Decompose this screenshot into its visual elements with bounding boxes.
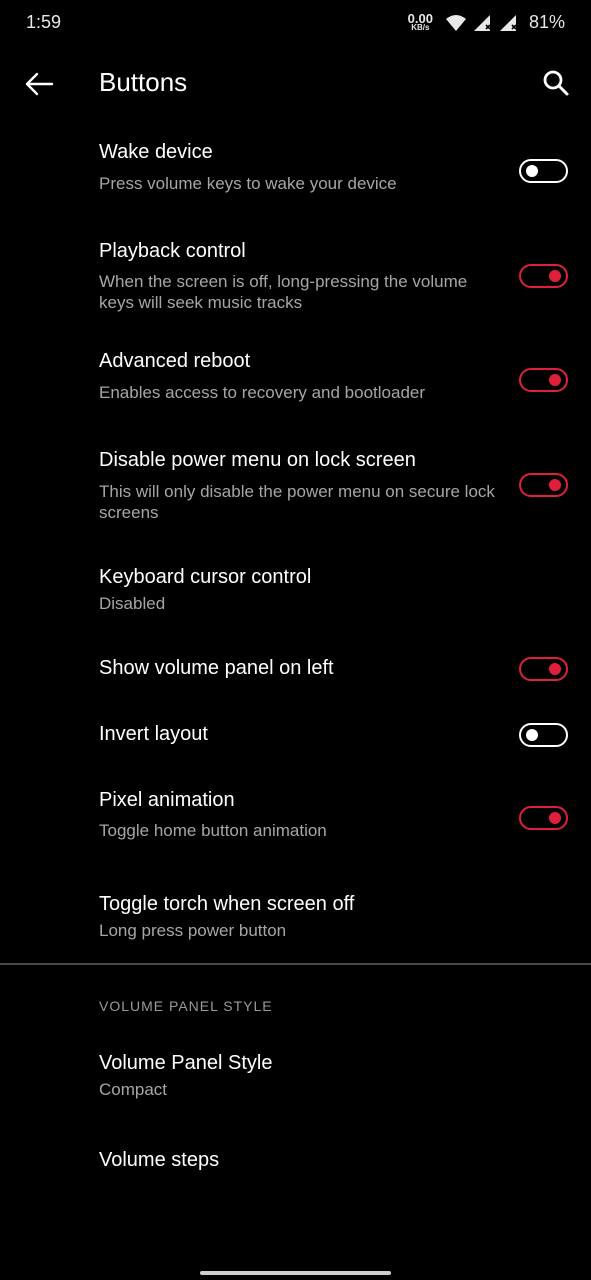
setting-title-volume-steps[interactable]: Volume steps	[99, 1149, 219, 1172]
home-gesture-indicator[interactable]	[200, 1271, 391, 1275]
setting-title-playback-control[interactable]: Playback control	[99, 240, 246, 263]
invert-layout-toggle[interactable]	[519, 723, 568, 747]
setting-title-pixel-animation[interactable]: Pixel animation	[99, 789, 235, 812]
advanced-reboot-toggle[interactable]	[519, 368, 568, 392]
signal-icon	[473, 14, 491, 31]
setting-title-volume-panel-style[interactable]: Volume Panel Style	[99, 1052, 272, 1075]
status-time: 1:59	[26, 12, 62, 32]
network-speed-value: 0.00	[407, 10, 433, 26]
setting-summary-toggle-torch: Long press power button	[99, 921, 287, 940]
setting-title-toggle-torch[interactable]: Toggle torch when screen off	[99, 893, 354, 916]
setting-title-advanced-reboot[interactable]: Advanced reboot	[99, 350, 250, 373]
setting-summary-pixel-animation: Toggle home button animation	[99, 821, 327, 840]
setting-summary-disable-power-menu: This will only disable the power menu on…	[99, 482, 495, 522]
wake-device-toggle[interactable]	[519, 159, 568, 183]
setting-title-volume-panel-left[interactable]: Show volume panel on left	[99, 657, 334, 680]
back-arrow-icon[interactable]	[22, 68, 56, 100]
setting-title-invert-layout[interactable]: Invert layout	[99, 723, 208, 746]
signal-icon-2	[499, 14, 517, 31]
status-icons: 0.00 KB/s 81%	[408, 12, 565, 33]
section-divider	[0, 963, 591, 965]
setting-summary-advanced-reboot: Enables access to recovery and bootloade…	[99, 383, 426, 402]
search-icon[interactable]	[541, 68, 571, 98]
setting-summary-keyboard-cursor-control: Disabled	[99, 594, 166, 613]
network-speed-unit: KB/s	[411, 22, 430, 32]
setting-summary-playback-control: When the screen is off, long-pressing th…	[99, 272, 468, 312]
setting-summary-volume-panel-style: Compact	[99, 1080, 168, 1099]
pixel-animation-toggle[interactable]	[519, 806, 568, 830]
network-speed: 0.00 KB/s	[407, 10, 433, 32]
setting-title-disable-power-menu[interactable]: Disable power menu on lock screen	[99, 449, 416, 472]
playback-control-toggle[interactable]	[519, 264, 568, 288]
setting-summary-wake-device: Press volume keys to wake your device	[99, 174, 397, 193]
setting-title-keyboard-cursor-control[interactable]: Keyboard cursor control	[99, 566, 311, 589]
page-title: Buttons	[99, 67, 188, 97]
wifi-icon	[445, 14, 466, 31]
section-header-volume-panel-style: VOLUME PANEL STYLE	[99, 998, 273, 1014]
disable-power-menu-toggle[interactable]	[519, 473, 568, 497]
battery-percentage: 81%	[528, 12, 565, 32]
setting-title-wake-device[interactable]: Wake device	[99, 141, 213, 164]
volume-panel-left-toggle[interactable]	[519, 657, 568, 681]
